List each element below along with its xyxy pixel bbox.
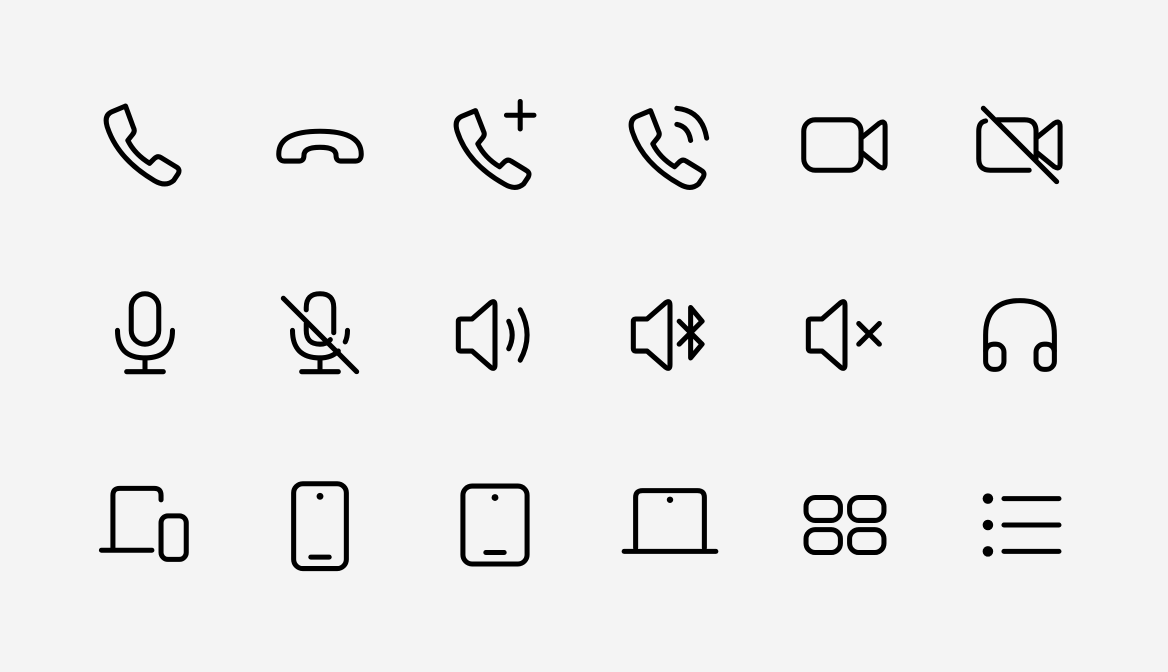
microphone-off-icon [265,280,375,390]
phone-ringing-icon [615,90,725,200]
laptop-icon [615,470,725,580]
microphone-icon [90,280,200,390]
smartphone-icon [265,470,375,580]
speaker-bluetooth-icon [615,280,725,390]
devices-icon [90,470,200,580]
phone-icon [90,90,200,200]
phone-hangup-icon [265,90,375,200]
icon-sheet [0,0,1168,672]
list-view-icon [965,470,1075,580]
video-icon [790,90,900,200]
speaker-volume-icon [440,280,550,390]
grid-view-icon [790,470,900,580]
headphones-icon [965,280,1075,390]
tablet-icon [440,470,550,580]
video-off-icon [965,90,1075,200]
speaker-mute-icon [790,280,900,390]
phone-add-icon [440,90,550,200]
